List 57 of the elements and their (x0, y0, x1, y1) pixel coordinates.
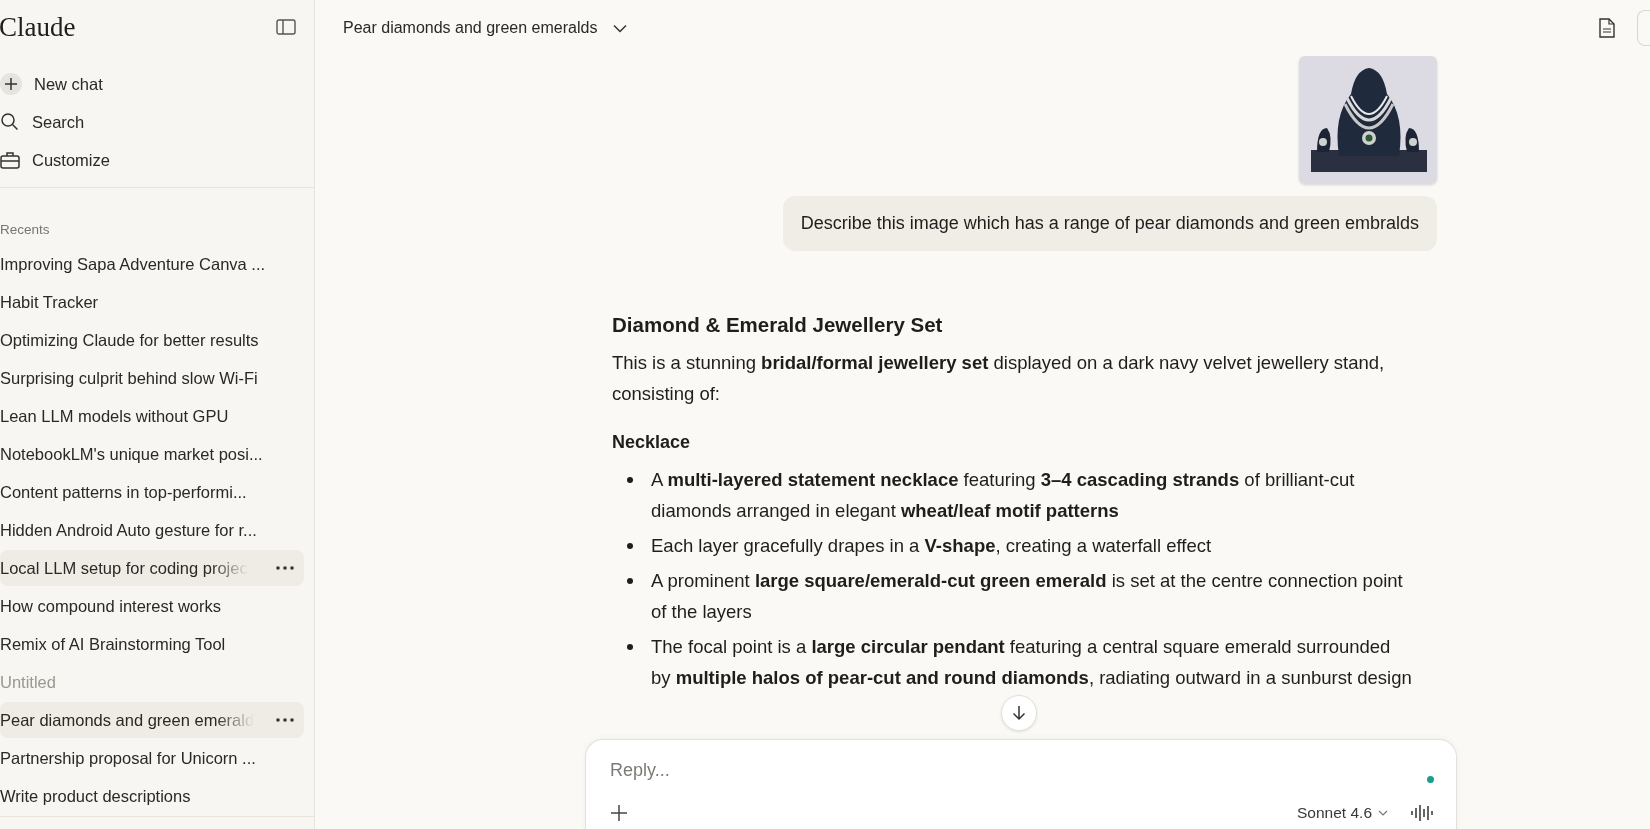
chat-item[interactable]: Improving Sapa Adventure Canva ... (0, 246, 304, 282)
voice-icon[interactable] (1410, 803, 1434, 823)
chat-title: Content patterns in top-performi... (0, 482, 247, 502)
chat-title: Write product descriptions (0, 786, 191, 806)
chat-title: How compound interest works (0, 596, 221, 616)
chat-title: Lean LLM models without GPU (0, 406, 229, 426)
chat-item[interactable]: Hidden Android Auto gesture for r... (0, 512, 304, 548)
chat-item[interactable]: Write product descriptions (0, 778, 304, 814)
response-subheading: Necklace (612, 431, 692, 454)
chat-title: Surprising culprit behind slow Wi-Fi (0, 368, 258, 388)
chevron-down-icon (1378, 810, 1388, 816)
sidebar-toggle-icon[interactable] (276, 19, 296, 35)
chat-item[interactable]: Surprising culprit behind slow Wi-Fi (0, 360, 304, 396)
bullet-text: Each layer gracefully drapes in a V-shape, creating a waterfall effect (651, 534, 1213, 558)
chat-title: Improving Sapa Adventure Canva ... (0, 254, 266, 274)
search-icon (0, 112, 20, 132)
chat-item[interactable]: Optimizing Claude for better results (0, 322, 304, 358)
section-label: Recents (0, 222, 51, 237)
more-icon[interactable] (276, 718, 294, 722)
response-heading: Diamond & Emerald Jewellery Set (612, 312, 944, 338)
sidebar-action[interactable]: Search (0, 104, 314, 140)
bullet-dot (627, 543, 633, 549)
model-selector[interactable]: Sonnet 4.6 (1297, 804, 1388, 822)
chat-item[interactable]: How compound interest works (0, 588, 304, 624)
chat-title: Untitled (0, 672, 56, 692)
reply-input[interactable]: Reply... (610, 756, 1427, 785)
chat-title: Hidden Android Auto gesture for r... (0, 520, 257, 540)
chat-title: Partnership proposal for Unicorn ... (0, 748, 256, 768)
document-icon[interactable] (1599, 18, 1615, 38)
status-dot-icon (1427, 776, 1434, 783)
chat-item[interactable]: Content patterns in top-performi... (0, 474, 304, 510)
chat-title: NotebookLM's unique market posi... (0, 444, 263, 464)
chat-item[interactable]: Partnership proposal for Unicorn ... (0, 740, 304, 776)
arrow-down-icon (1012, 705, 1026, 721)
user-message: Describe this image which has a range of pear diamonds and green embralds (782, 196, 1437, 251)
chat-title: Remix of AI Brainstorming Tool (0, 634, 226, 654)
chat-title: Habit Tracker (0, 292, 99, 312)
claude-logo[interactable]: Claude (0, 11, 76, 43)
bullet-dot (627, 578, 633, 584)
sidebar-action[interactable]: New chat (0, 66, 314, 102)
scroll-down-button[interactable] (1001, 695, 1037, 731)
briefcase-icon (0, 151, 20, 169)
more-icon[interactable] (276, 566, 294, 570)
chat-item[interactable]: Habit Tracker (0, 284, 304, 320)
plus-icon[interactable] (610, 804, 628, 822)
response-paragraph: This is a stunning bridal/formal jewellery set displayed on a dark navy velvet jewellery stand, consisting of: (612, 351, 1386, 406)
bullet-text: The focal point is a large circular pendant featuring a central square emerald surrounded by multiple halos of pear-cut and round diamonds, radiating outward in a sunburst design (651, 635, 1412, 690)
chat-item[interactable]: NotebookLM's unique market posi... (0, 436, 304, 472)
bullet-dot (627, 644, 633, 650)
chat-item[interactable]: Lean LLM models without GPU (0, 398, 304, 434)
bullet-dot (627, 477, 633, 483)
chevron-down-icon (613, 23, 628, 33)
bullet-text: A multi-layered statement necklace featuring 3–4 cascading strands of brilliant-cut diamonds arranged in elegant wheat/leaf motif patterns (651, 468, 1356, 523)
chat-title: Optimizing Claude for better results (0, 330, 259, 350)
sidebar-action[interactable]: Customize (0, 142, 314, 178)
chat-title-menu[interactable]: Pear diamonds and green emeralds (343, 19, 628, 37)
chat-item[interactable]: Remix of AI Brainstorming Tool (0, 626, 304, 662)
